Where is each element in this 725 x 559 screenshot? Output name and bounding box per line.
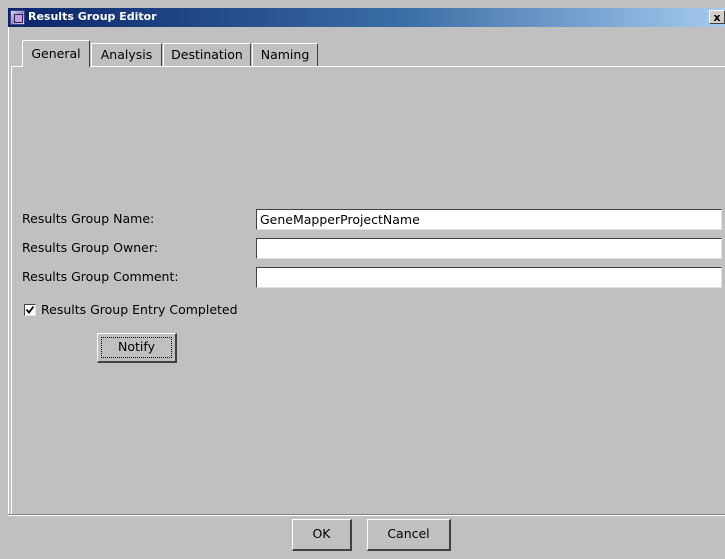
window-title: Results Group Editor — [28, 10, 157, 23]
app-icon — [10, 10, 25, 25]
tab-general[interactable]: General — [22, 40, 90, 67]
results-group-editor-window: Results Group Editor x General Analysis … — [0, 0, 725, 559]
title-bar[interactable]: Results Group Editor x — [8, 8, 725, 27]
cancel-button-label: Cancel — [387, 526, 430, 541]
results-group-comment-label: Results Group Comment: — [22, 269, 179, 284]
results-group-name-field[interactable]: GeneMapperProjectName — [256, 209, 722, 230]
ok-button[interactable]: OK — [292, 519, 352, 551]
footer-divider — [8, 514, 725, 516]
window-left-edge — [8, 27, 10, 514]
ok-button-label: OK — [312, 526, 331, 541]
cancel-button[interactable]: Cancel — [367, 519, 451, 551]
tab-destination[interactable]: Destination — [163, 43, 251, 66]
focus-ring — [101, 337, 172, 358]
tab-naming[interactable]: Naming — [252, 43, 318, 66]
checkmark-icon — [25, 305, 35, 314]
results-group-owner-field[interactable] — [256, 238, 722, 259]
results-group-owner-label: Results Group Owner: — [22, 240, 158, 255]
entry-completed-label[interactable]: Results Group Entry Completed — [41, 302, 238, 317]
tab-analysis[interactable]: Analysis — [91, 43, 162, 66]
results-group-comment-field[interactable] — [256, 267, 722, 288]
results-group-name-label: Results Group Name: — [22, 211, 155, 226]
close-button[interactable]: x — [709, 10, 725, 24]
close-icon: x — [713, 11, 721, 24]
entry-completed-checkbox[interactable] — [24, 304, 36, 316]
general-tab-panel — [11, 66, 725, 514]
notify-button[interactable]: Notify — [97, 333, 177, 363]
